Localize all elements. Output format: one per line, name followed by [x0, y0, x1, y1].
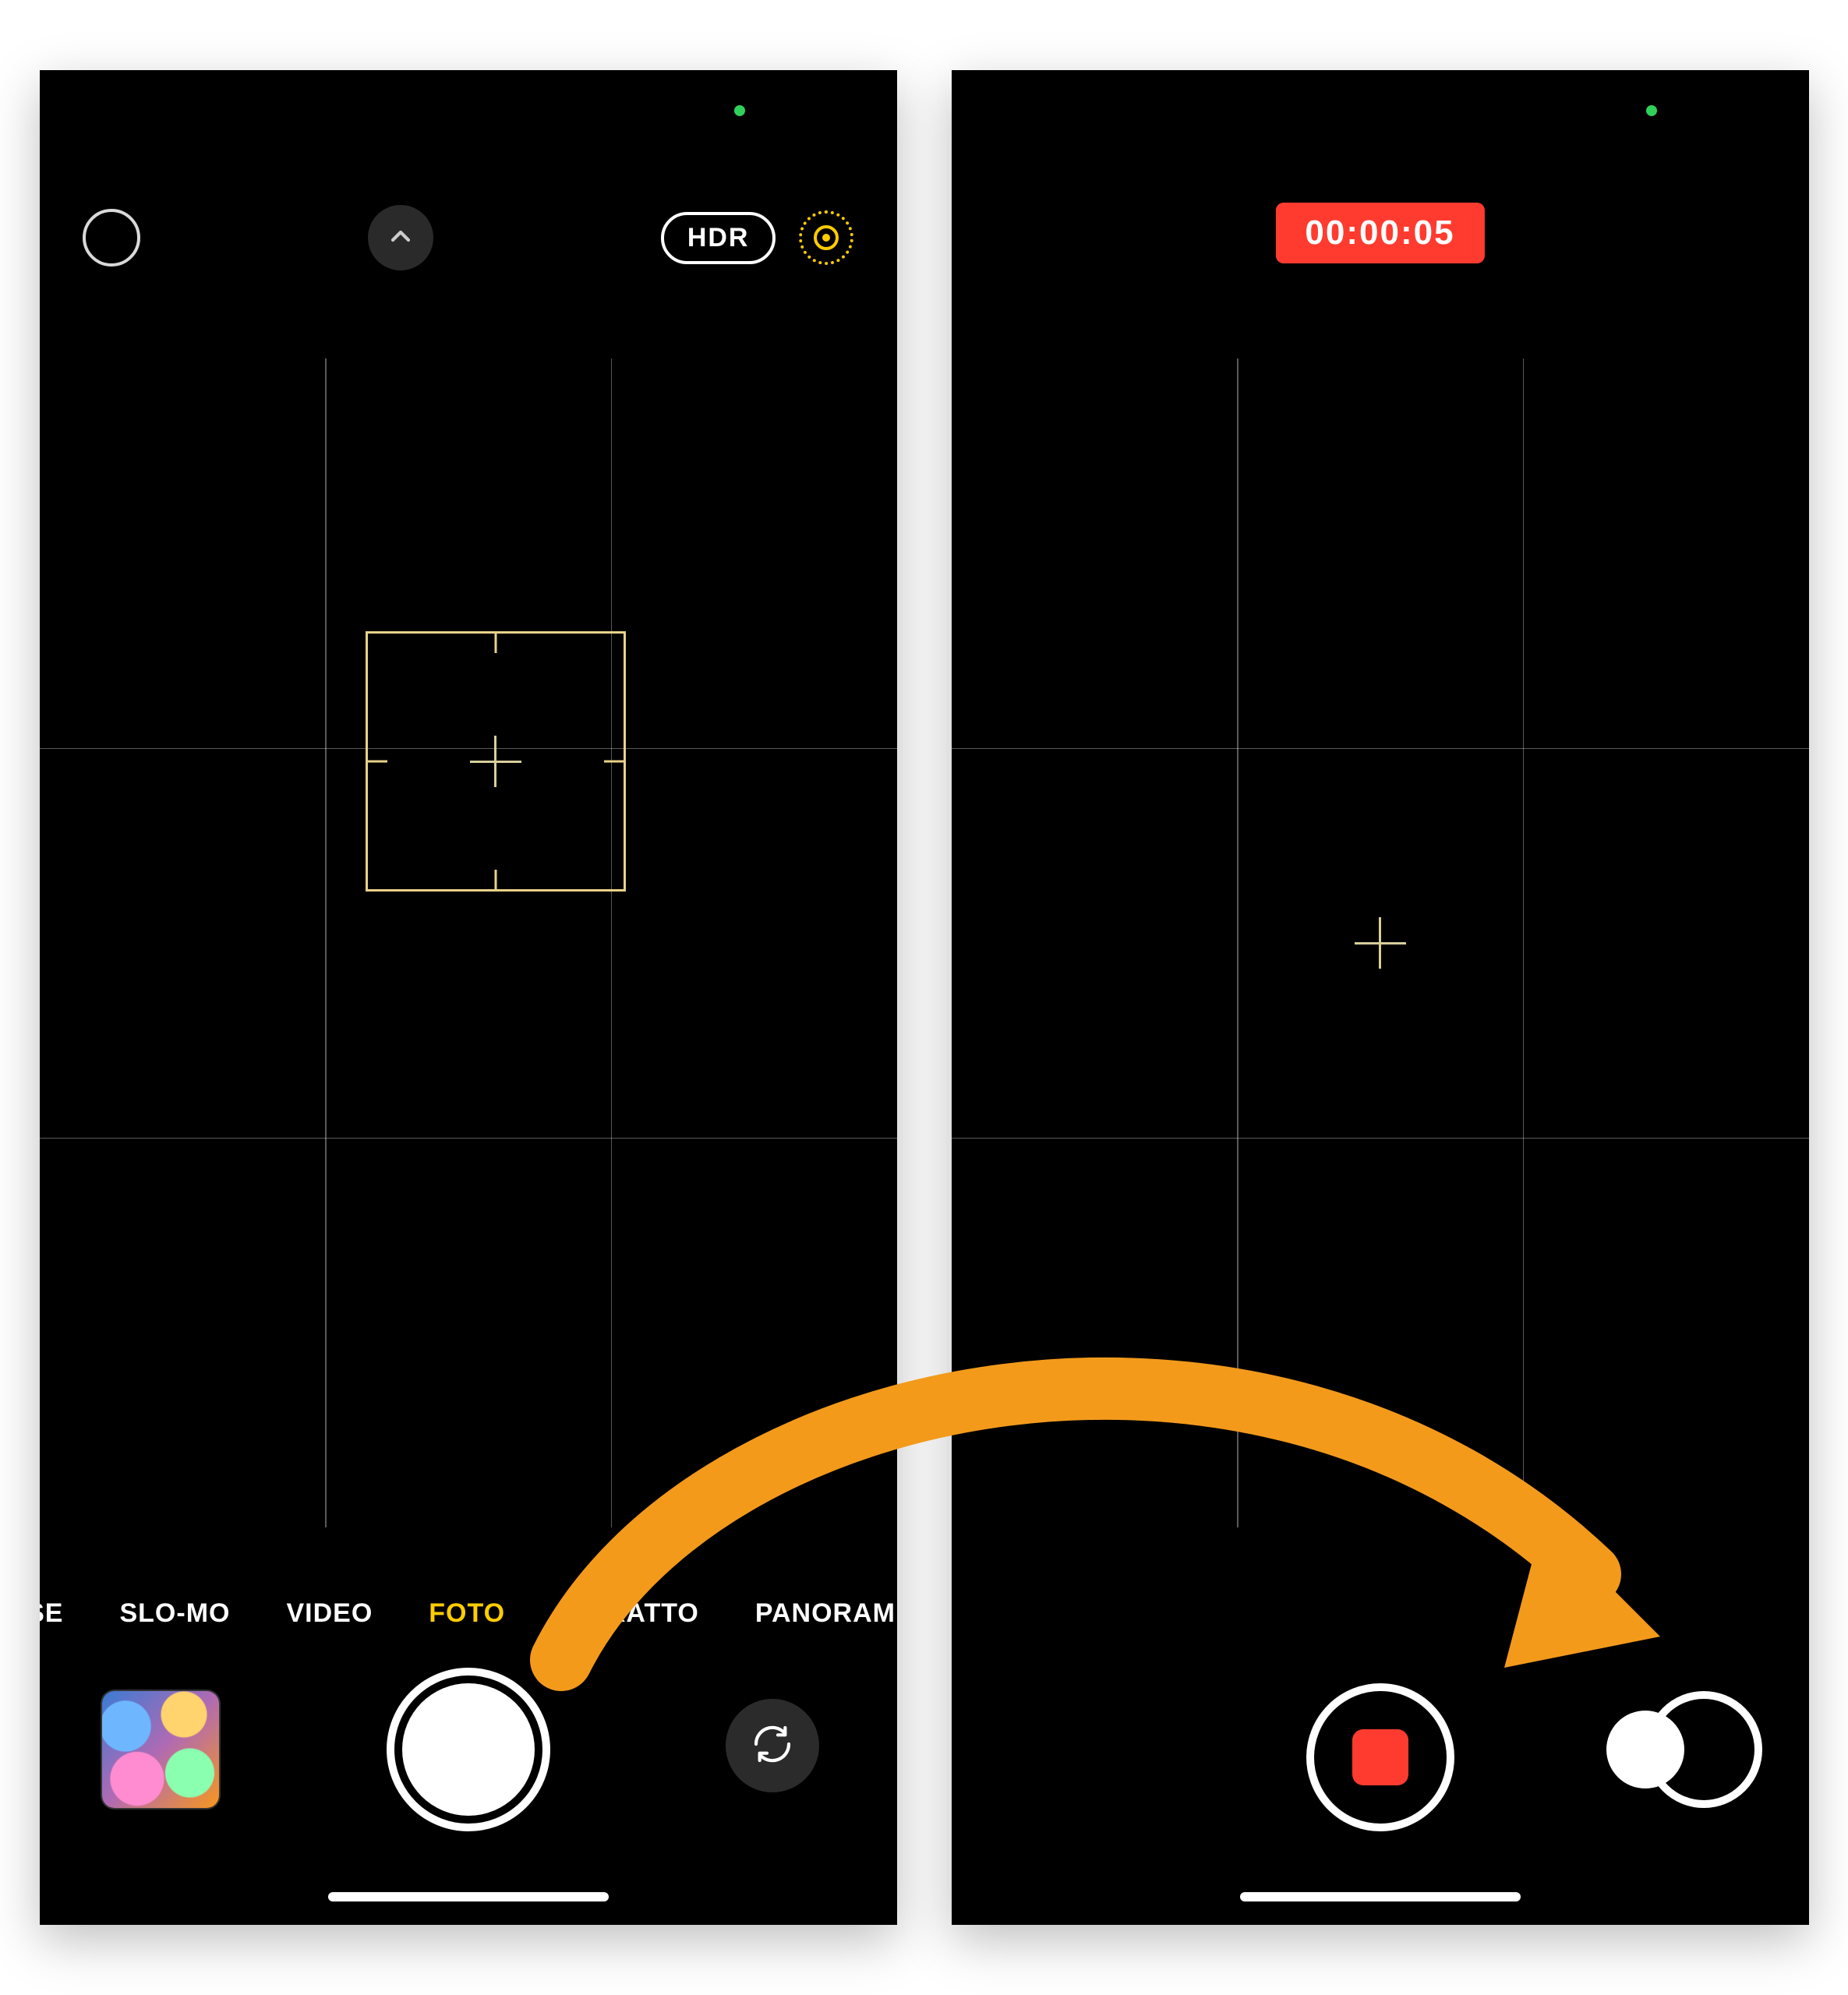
- camera-bottom-controls: [40, 1660, 897, 1831]
- grid-line: [325, 358, 327, 1527]
- flip-camera-button[interactable]: [726, 1699, 819, 1792]
- mode-option[interactable]: PSE: [40, 1598, 64, 1629]
- recording-timer-value: 00:00:05: [1305, 214, 1454, 252]
- camera-options-expand-button[interactable]: [368, 205, 433, 270]
- mode-option-active[interactable]: FOTO: [429, 1598, 505, 1629]
- live-photo-icon: [814, 225, 839, 250]
- stop-recording-button[interactable]: [1306, 1683, 1454, 1831]
- mode-option[interactable]: RITRATTO: [561, 1598, 699, 1629]
- grid-line: [1237, 358, 1238, 1527]
- camera-app-photo-mode: HDR PSE SLO-MO VIDEO: [40, 70, 897, 1925]
- grid-line: [952, 1138, 1809, 1139]
- camera-top-controls: HDR: [40, 191, 897, 284]
- grid-line: [40, 1138, 897, 1139]
- camera-viewfinder[interactable]: [40, 358, 897, 1527]
- mode-option[interactable]: PANORAMICA: [755, 1598, 897, 1629]
- grid-line: [1523, 358, 1525, 1527]
- recording-timer: 00:00:05: [1275, 203, 1484, 263]
- stop-icon: [1352, 1729, 1408, 1785]
- shutter-icon: [402, 1683, 535, 1816]
- camera-in-use-indicator-icon: [734, 105, 745, 116]
- home-indicator[interactable]: [1240, 1892, 1521, 1901]
- hdr-label: HDR: [687, 223, 750, 252]
- hdr-toggle-button[interactable]: HDR: [661, 212, 776, 264]
- shutter-lock-target[interactable]: [1606, 1691, 1762, 1808]
- home-indicator[interactable]: [328, 1892, 609, 1901]
- shutter-drag-handle-icon: [1606, 1711, 1684, 1788]
- last-photo-thumbnail[interactable]: [102, 1691, 219, 1808]
- camera-in-use-indicator-icon: [1646, 105, 1657, 116]
- shutter-button[interactable]: [387, 1668, 550, 1831]
- mode-option[interactable]: VIDEO: [286, 1598, 373, 1629]
- live-photo-toggle-button[interactable]: [799, 210, 853, 265]
- camera-viewfinder[interactable]: [952, 358, 1809, 1527]
- camera-app-quicktake-recording: 00:00:05: [952, 70, 1809, 1925]
- grid-line: [611, 358, 613, 1527]
- camera-mode-selector[interactable]: PSE SLO-MO VIDEO FOTO RITRATTO PANORAMIC…: [40, 1598, 897, 1629]
- autofocus-rectangle[interactable]: [366, 631, 626, 892]
- mode-option[interactable]: SLO-MO: [119, 1598, 230, 1629]
- grid-line: [952, 748, 1809, 750]
- flash-toggle-button[interactable]: [83, 209, 140, 267]
- camera-bottom-controls: [952, 1660, 1809, 1831]
- top-right-cluster: HDR: [661, 210, 854, 265]
- screenshot-pair: HDR PSE SLO-MO VIDEO: [40, 70, 1809, 1925]
- chevron-up-icon: [385, 221, 416, 256]
- flip-camera-icon: [751, 1722, 794, 1770]
